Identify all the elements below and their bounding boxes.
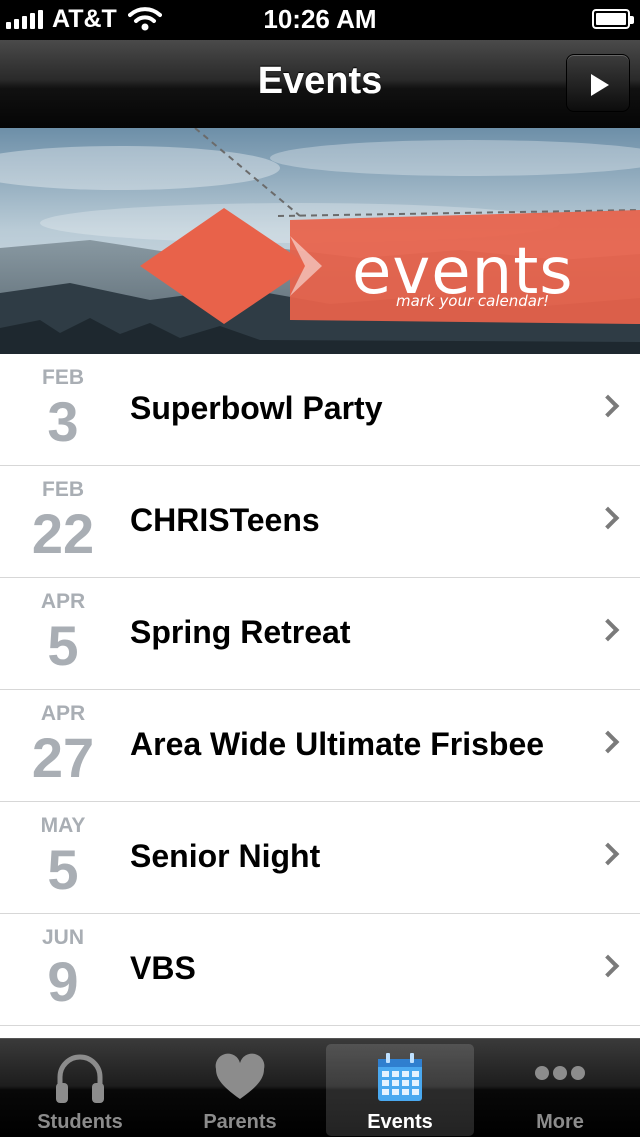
event-month: MAY bbox=[40, 814, 86, 837]
event-day: 22 bbox=[31, 502, 95, 565]
event-day: 5 bbox=[47, 614, 79, 677]
tab-bar: Students Parents Events More bbox=[0, 1038, 640, 1137]
event-title: Spring Retreat bbox=[130, 614, 351, 650]
page-title: Events bbox=[257, 60, 383, 102]
banner-tagline: mark your calendar! bbox=[396, 292, 550, 310]
tab-parents[interactable]: Parents bbox=[160, 1039, 320, 1137]
tab-label: Events bbox=[367, 1111, 433, 1133]
event-list: FEB 3 Superbowl Party FEB 22 CHRISTeens … bbox=[0, 354, 640, 1026]
event-date: MAY 5 bbox=[0, 802, 126, 913]
navigation-bar: Events bbox=[0, 40, 640, 129]
tab-label: Parents bbox=[203, 1111, 277, 1133]
more-dots-icon bbox=[535, 1066, 585, 1080]
chevron-right-icon bbox=[596, 506, 620, 530]
event-date: JUN 9 bbox=[0, 914, 126, 1025]
tab-more[interactable]: More bbox=[480, 1039, 640, 1137]
chevron-right-icon bbox=[596, 954, 620, 978]
event-month: JUN bbox=[41, 926, 84, 949]
event-row[interactable]: APR 5 Spring Retreat bbox=[0, 578, 640, 690]
event-title: Senior Night bbox=[130, 838, 321, 874]
event-row[interactable]: MAY 5 Senior Night bbox=[0, 802, 640, 914]
events-banner: events mark your calendar! bbox=[0, 128, 640, 354]
status-bar: AT&T 10:26 AM bbox=[0, 0, 640, 40]
chevron-right-icon bbox=[596, 842, 620, 866]
tab-students[interactable]: Students bbox=[0, 1039, 160, 1137]
chevron-right-icon bbox=[596, 394, 620, 418]
play-icon bbox=[591, 74, 609, 96]
event-day: 9 bbox=[47, 950, 79, 1013]
event-date: FEB 3 bbox=[0, 354, 126, 465]
chevron-right-icon bbox=[596, 730, 620, 754]
status-time: 10:26 AM bbox=[263, 4, 377, 34]
headphones-icon bbox=[56, 1054, 104, 1103]
heart-icon bbox=[215, 1053, 265, 1099]
event-date: APR 27 bbox=[0, 690, 126, 801]
tab-label: Students bbox=[37, 1111, 123, 1133]
event-date: FEB 22 bbox=[0, 466, 126, 577]
event-row[interactable]: FEB 22 CHRISTeens bbox=[0, 466, 640, 578]
event-date: APR 5 bbox=[0, 578, 126, 689]
event-row[interactable]: JUN 9 VBS bbox=[0, 914, 640, 1026]
event-day: 5 bbox=[47, 838, 79, 901]
event-row[interactable]: FEB 3 Superbowl Party bbox=[0, 354, 640, 466]
event-month: FEB bbox=[42, 478, 84, 501]
event-month: APR bbox=[40, 590, 86, 613]
play-button[interactable] bbox=[566, 54, 630, 112]
event-month: FEB bbox=[42, 366, 84, 389]
tab-events[interactable]: Events bbox=[320, 1039, 480, 1137]
event-row[interactable]: APR 27 Area Wide Ultimate Frisbee bbox=[0, 690, 640, 802]
calendar-icon bbox=[378, 1053, 422, 1101]
tab-label: More bbox=[536, 1111, 584, 1133]
battery-icon bbox=[592, 9, 634, 29]
event-title: Area Wide Ultimate Frisbee bbox=[130, 726, 545, 762]
event-month: APR bbox=[40, 702, 86, 725]
event-day: 27 bbox=[31, 726, 95, 789]
event-title: Superbowl Party bbox=[130, 390, 383, 426]
event-title: CHRISTeens bbox=[130, 502, 320, 538]
event-day: 3 bbox=[47, 390, 79, 453]
chevron-right-icon bbox=[596, 618, 620, 642]
event-title: VBS bbox=[130, 950, 196, 986]
